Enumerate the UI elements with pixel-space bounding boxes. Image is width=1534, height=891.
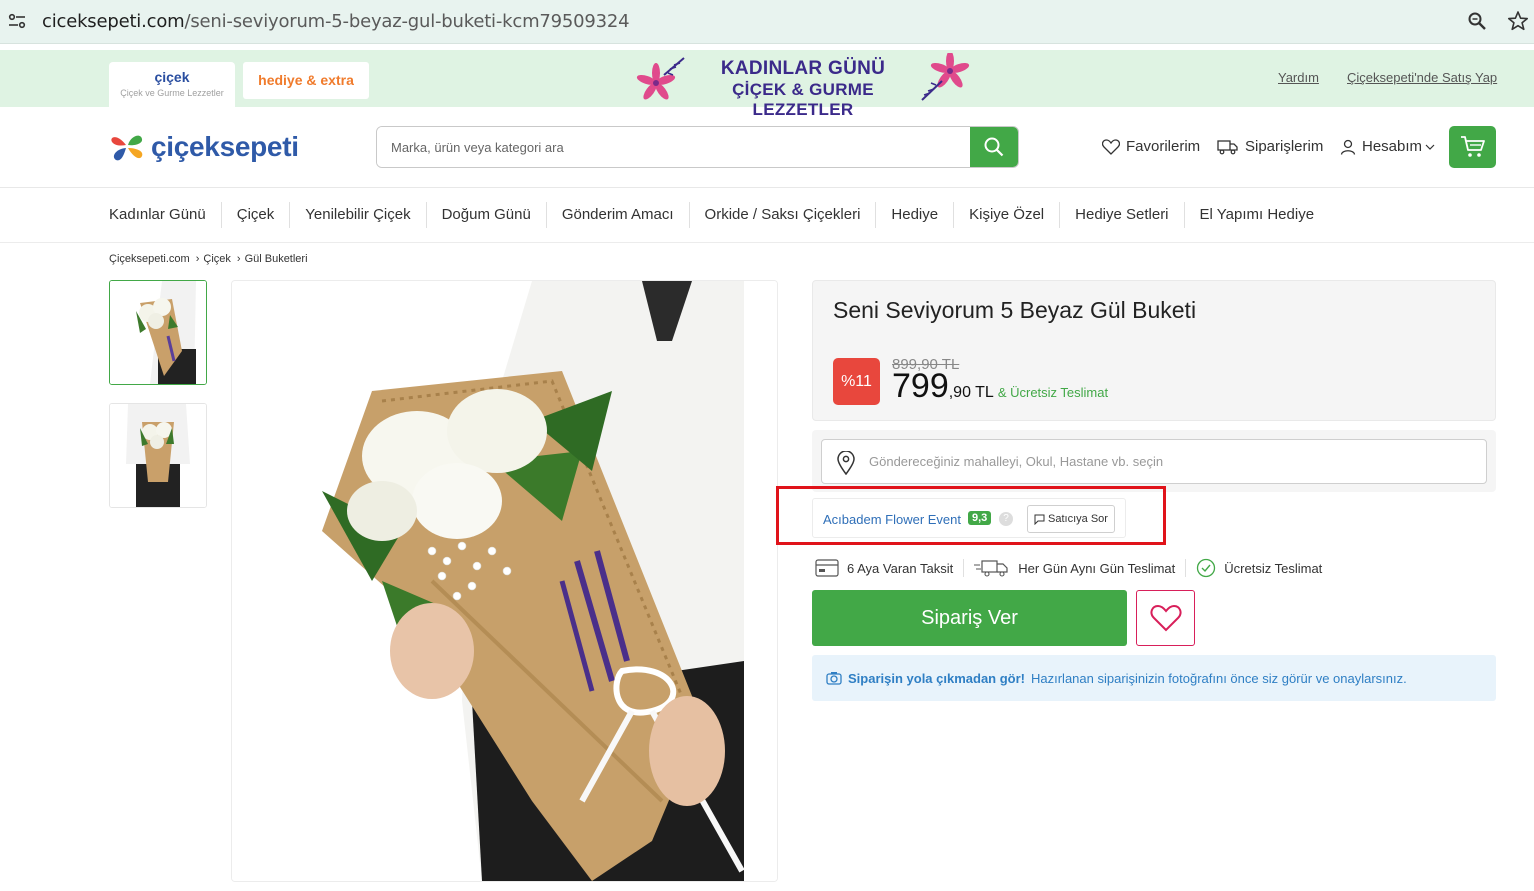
delivery-truck-icon xyxy=(974,560,1008,577)
banner-title: KADINLAR GÜNÜ xyxy=(720,58,886,79)
delivery-location-input[interactable]: Göndereceğiniz mahalleyi, Okul, Hastane … xyxy=(821,439,1487,484)
breadcrumb-item[interactable]: Çiçeksepeti.com xyxy=(109,253,190,265)
bookmark-star-icon[interactable] xyxy=(1507,10,1529,32)
free-shipping-label: & Ücretsiz Teslimat xyxy=(997,385,1109,400)
product-thumbnail-2[interactable] xyxy=(109,403,207,508)
product-main-image[interactable] xyxy=(231,280,778,882)
bouquet-thumbnail-image xyxy=(110,404,206,507)
feature-installment: 6 Aya Varan Taksit xyxy=(815,559,965,577)
heart-icon xyxy=(1102,138,1120,155)
discount-badge: %11 xyxy=(833,358,880,405)
delivery-location-box: Göndereceğiniz mahalleyi, Okul, Hastane … xyxy=(812,430,1496,492)
breadcrumb-item[interactable]: Çiçek xyxy=(203,253,231,265)
truck-icon xyxy=(1217,139,1238,154)
feature-list: 6 Aya Varan Taksit Her Gün Aynı Gün Tesl… xyxy=(815,556,1342,580)
tab-hediye-extra[interactable]: hediye & extra xyxy=(243,62,369,99)
place-order-button[interactable]: Sipariş Ver xyxy=(812,590,1127,646)
url-domain: ciceksepeti.com xyxy=(42,11,185,32)
url-text[interactable]: ciceksepeti.com/seni-seviyorum-5-beyaz-g… xyxy=(42,11,630,32)
price-decimal: ,90 TL xyxy=(948,384,994,401)
logo-text: çiçeksepeti xyxy=(151,131,299,162)
category-item[interactable]: Yenilebilir Çiçek xyxy=(289,202,425,228)
orders-link[interactable]: Siparişlerim xyxy=(1217,138,1323,155)
category-item[interactable]: Çiçek xyxy=(220,202,290,228)
category-item[interactable]: Doğum Günü xyxy=(425,202,546,228)
chevron-right-icon: › xyxy=(236,253,241,265)
bouquet-photo-image xyxy=(232,281,777,881)
orders-label: Siparişlerim xyxy=(1245,138,1324,155)
favorites-link[interactable]: Favorilerim xyxy=(1102,138,1200,155)
user-icon xyxy=(1340,139,1356,155)
category-item[interactable]: Kadınlar Günü xyxy=(109,202,221,228)
feature-free-delivery: Ücretsiz Teslimat xyxy=(1196,558,1332,578)
category-item[interactable]: Hediye xyxy=(875,202,953,228)
chevron-down-icon xyxy=(1425,144,1435,150)
account-label: Hesabım xyxy=(1362,138,1423,155)
banner-subtitle: ÇİÇEK & GURME LEZZETLER xyxy=(732,80,874,119)
flower-decoration-icon xyxy=(636,57,685,100)
favorites-label: Favorilerim xyxy=(1126,138,1201,155)
header-divider xyxy=(0,187,1534,188)
browser-url-bar[interactable]: ciceksepeti.com/seni-seviyorum-5-beyaz-g… xyxy=(0,0,1534,44)
category-item[interactable]: El Yapımı Hediye xyxy=(1183,202,1330,228)
url-path: /seni-seviyorum-5-beyaz-gul-buketi-kcm79… xyxy=(184,11,630,32)
location-placeholder: Göndereceğiniz mahalleyi, Okul, Hastane … xyxy=(869,454,1164,469)
info-text: Hazırlanan siparişinizin fotoğrafını önc… xyxy=(1031,670,1407,686)
flower-decoration-icon xyxy=(921,53,970,101)
search-icon xyxy=(984,137,1004,157)
heart-icon xyxy=(1149,604,1182,632)
womens-day-banner[interactable]: KADINLAR GÜNÜ ÇİÇEK & GURME LEZZETLER xyxy=(634,53,974,119)
menu-divider xyxy=(0,242,1534,243)
breadcrumb-item[interactable]: Gül Buketleri xyxy=(245,253,308,265)
price-main: 799 xyxy=(892,367,949,405)
sell-on-ciceksepeti-link[interactable]: Çiçeksepeti'nde Satış Yap xyxy=(1347,70,1497,85)
photo-approval-info: Siparişin yola çıkmadan gör! Hazırlanan … xyxy=(812,655,1496,701)
camera-icon xyxy=(826,672,842,685)
info-bold-text: Siparişin yola çıkmadan gör! xyxy=(848,670,1025,686)
product-title: Seni Seviyorum 5 Beyaz Gül Buketi xyxy=(833,297,1197,323)
tab-cicek[interactable]: çiçek Çiçek ve Gurme Lezzetler xyxy=(109,62,235,107)
cart-button[interactable] xyxy=(1449,126,1496,168)
cart-icon xyxy=(1460,136,1485,157)
logo-mark-icon xyxy=(111,135,143,161)
highlight-annotation-box xyxy=(776,486,1166,545)
ciceksepeti-logo[interactable]: çiçeksepeti xyxy=(109,130,299,164)
feature-label: Ücretsiz Teslimat xyxy=(1224,560,1323,576)
feature-label: Her Gün Aynı Gün Teslimat xyxy=(1018,560,1176,576)
tab-cicek-title: çiçek xyxy=(154,69,190,85)
tab-cicek-subtitle: Çiçek ve Gurme Lezzetler xyxy=(120,88,224,98)
category-item[interactable]: Gönderim Amacı xyxy=(545,202,689,228)
product-summary-card: Seni Seviyorum 5 Beyaz Gül Buketi %11 89… xyxy=(812,280,1496,421)
search-bar[interactable] xyxy=(376,126,1019,168)
product-thumbnail-1[interactable] xyxy=(109,280,207,385)
add-to-favorites-button[interactable] xyxy=(1136,590,1195,646)
category-menu: Kadınlar Günü Çiçek Yenilebilir Çiçek Do… xyxy=(109,202,1329,228)
search-button[interactable] xyxy=(970,127,1018,167)
category-item[interactable]: Hediye Setleri xyxy=(1059,202,1183,228)
location-pin-icon xyxy=(837,451,855,475)
category-item[interactable]: Orkide / Saksı Çiçekleri xyxy=(688,202,876,228)
category-item[interactable]: Kişiye Özel xyxy=(953,202,1059,228)
search-input[interactable] xyxy=(377,127,972,167)
account-menu[interactable]: Hesabım xyxy=(1340,138,1435,155)
site-settings-icon[interactable] xyxy=(7,11,27,31)
feature-same-day: Her Gün Aynı Gün Teslimat xyxy=(974,559,1187,577)
check-circle-icon xyxy=(1197,558,1216,578)
zoom-icon[interactable] xyxy=(1467,11,1487,31)
chevron-right-icon: › xyxy=(195,253,200,265)
credit-card-icon xyxy=(815,559,839,577)
feature-label: 6 Aya Varan Taksit xyxy=(847,560,954,576)
breadcrumb: Çiçeksepeti.com › Çiçek › Gül Buketleri xyxy=(109,253,308,265)
current-price: 799,90 TL & Ücretsiz Teslimat xyxy=(892,367,1108,406)
bouquet-thumbnail-image xyxy=(110,281,206,384)
help-link[interactable]: Yardım xyxy=(1278,70,1319,85)
